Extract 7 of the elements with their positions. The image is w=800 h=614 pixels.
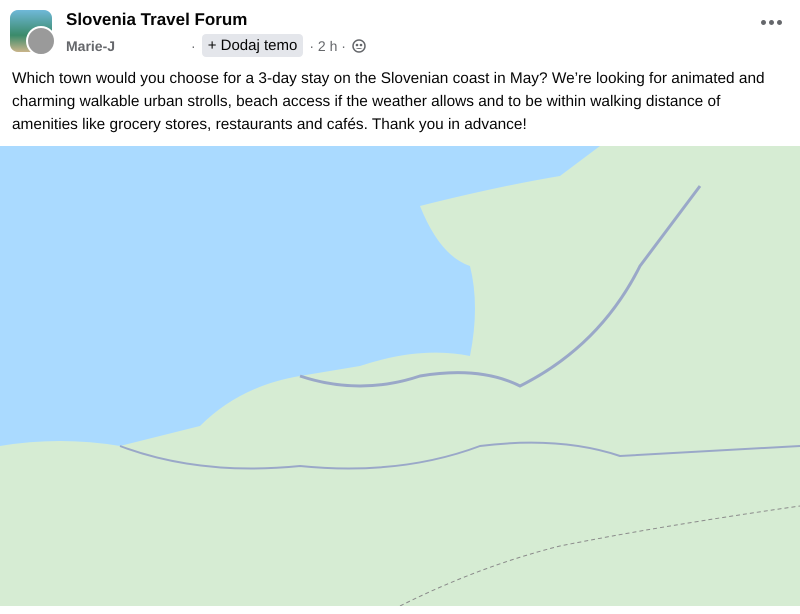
avatar-drawing[interactable]: [10, 10, 56, 56]
author-name[interactable]: Marie-J: [66, 38, 116, 54]
add-topic-button[interactable]: + Dodaj temo: [202, 34, 304, 57]
group-name[interactable]: Slovenia Travel Forum: [66, 10, 743, 30]
post-time[interactable]: · 2 h ·: [309, 38, 346, 54]
post-text: Which town would you choose for a 3-day stay on the Slovenian coast in May? We’re looking for animated and charming walkable urban strolls, beach access if the weather allows and to be within walking distance of amenities like grocery stores, restaurants and cafés. Thank you in advance!: [11, 69, 766, 135]
separator: ·: [191, 38, 196, 54]
